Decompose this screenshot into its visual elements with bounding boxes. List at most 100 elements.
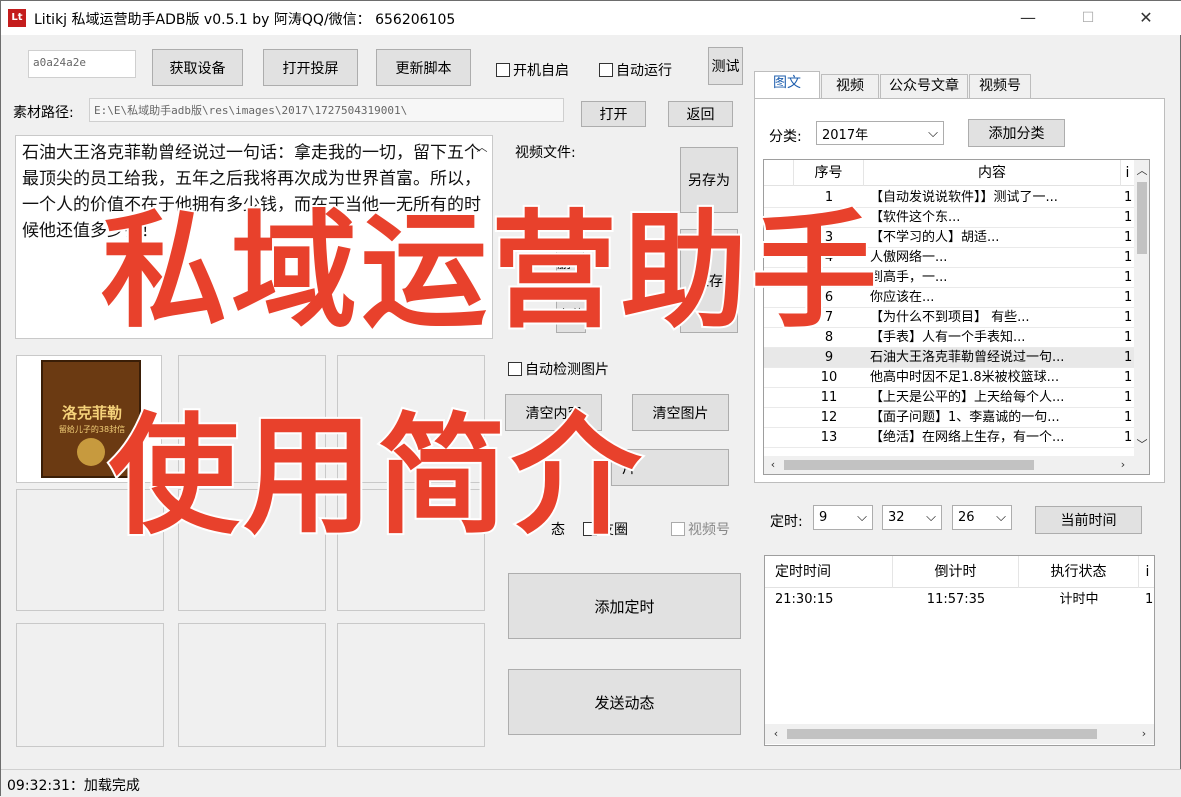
row-number-cell: 12 bbox=[820, 410, 838, 425]
material-path-field[interactable]: E:\E\私域助手adb版\res\images\2017\1727504319… bbox=[89, 98, 564, 122]
row-content-cell: 【上天是公平的】上天给每个人... bbox=[870, 390, 1065, 405]
autorun-checkbox[interactable]: 自动运行 bbox=[599, 60, 672, 80]
auto-detect-label: 自动检测图片 bbox=[525, 362, 609, 378]
table-row[interactable]: 9 石油大王洛克菲勒曾经说过一句... 1 bbox=[764, 348, 1144, 368]
row-content-cell: 【不学习的人】胡适... bbox=[870, 230, 1000, 245]
video-account-label: 视频号 bbox=[688, 522, 730, 538]
scroll-left-icon[interactable]: ‹ bbox=[766, 458, 780, 471]
checkbox-box[interactable] bbox=[599, 63, 613, 77]
image-tile-7[interactable] bbox=[16, 623, 164, 747]
back-button[interactable]: 返回 bbox=[668, 101, 733, 127]
table-row[interactable]: 10 他高中时因不足1.8米被校篮球... 1 bbox=[764, 368, 1144, 388]
scroll-thumb[interactable] bbox=[1137, 182, 1147, 254]
row-number-cell: 13 bbox=[820, 430, 838, 445]
get-device-button[interactable]: 获取设备 bbox=[152, 49, 243, 86]
image-tile-8[interactable] bbox=[178, 623, 326, 747]
scroll-left-icon[interactable]: ‹ bbox=[769, 727, 783, 740]
chevron-down-icon: ⌵ bbox=[996, 510, 1006, 525]
schedule-countdown-cell: 11:57:35 bbox=[926, 592, 986, 607]
app-window: Lt Litikj 私域运营助手ADB版 v0.5.1 by 阿涛QQ/微信： … bbox=[0, 0, 1181, 797]
row-content-cell: 【面子问题】1、李嘉诚的一句... bbox=[870, 410, 1060, 425]
row-i-cell: 1 bbox=[1124, 330, 1133, 345]
header-i[interactable]: i bbox=[1121, 160, 1134, 186]
title-bar: Lt Litikj 私域运营助手ADB版 v0.5.1 by 阿涛QQ/微信： … bbox=[1, 1, 1181, 35]
row-i-cell: 1 bbox=[1124, 390, 1133, 405]
video-account-checkbox[interactable]: 视频号 bbox=[671, 519, 730, 539]
row-number-cell: 9 bbox=[824, 350, 834, 365]
test-button[interactable]: 测试 bbox=[708, 47, 743, 85]
header-i[interactable]: i bbox=[1139, 556, 1154, 588]
checkbox-box[interactable] bbox=[671, 522, 685, 536]
device-id-field[interactable]: a0a24a2e bbox=[28, 50, 136, 78]
tab-video-account[interactable]: 视频号 bbox=[969, 74, 1031, 99]
auto-detect-checkbox[interactable]: 自动检测图片 bbox=[508, 359, 609, 379]
row-i-cell: 1 bbox=[1124, 430, 1133, 445]
update-script-button[interactable]: 更新脚本 bbox=[376, 49, 471, 86]
hour-select[interactable]: 9 ⌵ bbox=[813, 505, 873, 530]
row-i-cell: 1 bbox=[1124, 250, 1133, 265]
header-content[interactable]: 内容 bbox=[864, 160, 1121, 186]
row-number-cell: 11 bbox=[820, 390, 838, 405]
chevron-down-icon: ⌵ bbox=[926, 510, 936, 525]
horizontal-scrollbar[interactable]: ‹ › bbox=[765, 724, 1154, 744]
send-dynamic-button[interactable]: 发送动态 bbox=[508, 669, 741, 735]
minimize-button[interactable]: — bbox=[1005, 1, 1051, 35]
scroll-up-icon[interactable]: ︿ bbox=[1134, 162, 1149, 178]
header-exec-status[interactable]: 执行状态 bbox=[1019, 556, 1139, 588]
second-value: 26 bbox=[958, 510, 975, 525]
autorun-label: 自动运行 bbox=[616, 63, 672, 79]
add-timer-button[interactable]: 添加定时 bbox=[508, 573, 741, 639]
scroll-right-icon[interactable]: › bbox=[1137, 727, 1151, 740]
image-tile-9[interactable] bbox=[337, 623, 485, 747]
category-value: 2017年 bbox=[822, 127, 869, 143]
scroll-thumb[interactable] bbox=[784, 460, 1034, 470]
table-header-blank bbox=[764, 160, 794, 186]
header-timer-time[interactable]: 定时时间 bbox=[765, 556, 893, 588]
category-select[interactable]: 2017年 ⌵ bbox=[816, 121, 944, 145]
table-row[interactable]: 11 【上天是公平的】上天给每个人... 1 bbox=[764, 388, 1144, 408]
scroll-up-icon[interactable]: ︿ bbox=[475, 139, 489, 155]
header-no[interactable]: 序号 bbox=[794, 160, 864, 186]
row-content-cell: 【软件这个东... bbox=[870, 210, 961, 225]
checkbox-box[interactable] bbox=[496, 63, 510, 77]
schedule-time-cell: 21:30:15 bbox=[775, 592, 834, 607]
app-icon: Lt bbox=[8, 9, 26, 27]
checkbox-box[interactable] bbox=[508, 362, 522, 376]
table-row[interactable]: 12 【面子问题】1、李嘉诚的一句... 1 bbox=[764, 408, 1144, 428]
vertical-scrollbar[interactable]: ︿ ﹀ bbox=[1134, 160, 1149, 456]
horizontal-scrollbar[interactable]: ‹ › bbox=[764, 456, 1149, 474]
tab-image-text[interactable]: 图文 bbox=[754, 71, 820, 99]
autostart-checkbox[interactable]: 开机自启 bbox=[496, 60, 569, 80]
timer-label: 定时: bbox=[770, 514, 803, 530]
row-i-cell: 1 bbox=[1124, 210, 1133, 225]
current-time-button[interactable]: 当前时间 bbox=[1035, 506, 1142, 534]
category-label: 分类: bbox=[769, 129, 802, 145]
hour-value: 9 bbox=[819, 510, 828, 525]
chevron-down-icon: ⌵ bbox=[857, 510, 867, 525]
schedule-i-cell: 1 bbox=[1145, 592, 1154, 607]
open-button[interactable]: 打开 bbox=[581, 101, 646, 127]
header-countdown[interactable]: 倒计时 bbox=[893, 556, 1019, 588]
maximize-button[interactable]: ☐ bbox=[1065, 1, 1111, 35]
add-category-button[interactable]: 添加分类 bbox=[968, 119, 1065, 147]
minute-select[interactable]: 32 ⌵ bbox=[882, 505, 942, 530]
row-i-cell: 1 bbox=[1124, 350, 1133, 365]
row-content-cell: 你应该在... bbox=[870, 290, 935, 305]
scroll-thumb[interactable] bbox=[787, 729, 1097, 739]
scroll-down-icon[interactable]: ﹀ bbox=[1134, 436, 1149, 452]
book-emblem bbox=[77, 438, 105, 466]
clear-images-button[interactable]: 清空图片 bbox=[632, 394, 729, 431]
tab-official-article[interactable]: 公众号文章 bbox=[880, 74, 968, 99]
second-select[interactable]: 26 ⌵ bbox=[952, 505, 1012, 530]
material-path-label: 素材路径: bbox=[13, 105, 74, 121]
table-row[interactable]: 13 【绝活】在网络上生存，有一个... 1 bbox=[764, 428, 1144, 448]
open-mirror-button[interactable]: 打开投屏 bbox=[263, 49, 358, 86]
row-content-cell: 他高中时因不足1.8米被校篮球... bbox=[870, 370, 1060, 385]
overlay-title: 私域运营助手 bbox=[99, 196, 881, 347]
row-i-cell: 1 bbox=[1124, 230, 1133, 245]
close-button[interactable]: ✕ bbox=[1123, 1, 1169, 35]
schedule-row[interactable]: 21:30:15 11:57:35 计时中 1 bbox=[765, 590, 1154, 610]
tab-video[interactable]: 视频 bbox=[821, 74, 879, 99]
window-title: Litikj 私域运营助手ADB版 v0.5.1 by 阿涛QQ/微信： 656… bbox=[34, 12, 456, 28]
scroll-right-icon[interactable]: › bbox=[1116, 458, 1130, 471]
